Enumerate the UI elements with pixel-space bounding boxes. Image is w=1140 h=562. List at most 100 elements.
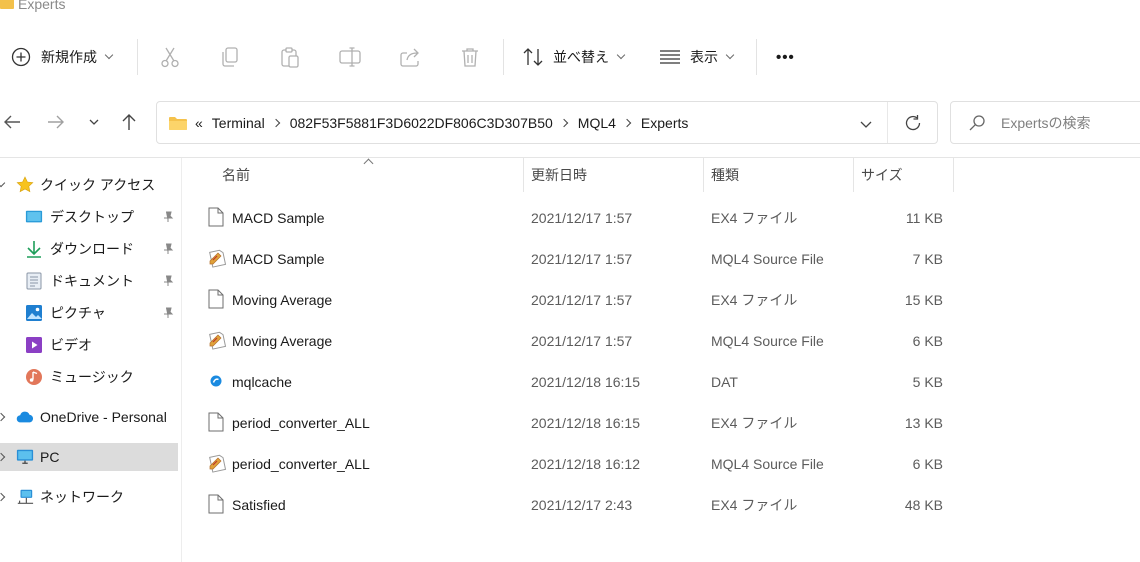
sidebar-item-onedrive[interactable]: OneDrive - Personal [0,403,178,431]
sidebar-item-desktop[interactable]: デスクトップ [0,203,178,231]
pin-icon[interactable] [162,211,174,223]
address-history-chevron-icon[interactable] [859,117,873,133]
chevron-down-icon [725,50,735,60]
file-size: 48 KB [904,496,943,513]
breadcrumb-mql4[interactable]: MQL4 [578,115,616,131]
breadcrumb-experts[interactable]: Experts [641,115,688,131]
pin-icon[interactable] [162,307,174,319]
search-input[interactable]: Expertsの検索 [1001,113,1090,133]
chevron-down-icon [104,50,114,60]
navigation-pane: クイック アクセス デスクトップ ダウンロード ドキュメント ピクチャ ビデオ [0,158,182,562]
file-type: EX4 ファイル [711,496,798,513]
mql-source-icon [207,453,227,473]
column-header-name[interactable]: 名前 [222,158,250,192]
paste-icon[interactable] [279,46,301,68]
sidebar-item-label: ネットワーク [40,489,124,505]
up-arrow-icon[interactable] [117,110,141,134]
table-row[interactable]: period_converter_ALL 2021/12/18 16:15 EX… [183,402,1140,443]
forward-arrow-icon[interactable] [44,110,68,134]
column-header-type[interactable]: 種類 [711,158,739,192]
sidebar-item-quick-access[interactable]: クイック アクセス [0,171,178,199]
table-row[interactable]: mqlcache 2021/12/18 16:15 DAT 5 KB [183,361,1140,402]
sidebar-item-pc[interactable]: PC [0,443,178,471]
address-bar[interactable]: « Terminal 082F53F5881F3D6022DF806C3D307… [156,101,938,144]
toolbar-separator [756,39,757,75]
file-type: MQL4 Source File [711,332,824,349]
file-size: 6 KB [912,455,943,472]
pin-icon[interactable] [162,275,174,287]
file-name: Moving Average [232,291,333,308]
toolbar-separator [137,39,138,75]
navigation-row: « Terminal 082F53F5881F3D6022DF806C3D307… [0,100,1140,146]
recent-locations-chevron-icon[interactable] [82,110,106,134]
file-name: MACD Sample [232,250,325,267]
file-size: 7 KB [912,250,943,267]
breadcrumb-overflow[interactable]: « [195,115,203,131]
table-row[interactable]: period_converter_ALL 2021/12/18 16:12 MQ… [183,443,1140,484]
column-divider[interactable] [703,158,704,192]
music-icon [25,368,43,386]
search-icon [968,114,986,132]
sort-button[interactable]: 並べ替え [522,37,626,77]
file-size: 5 KB [912,373,943,390]
share-icon[interactable] [399,46,421,68]
video-icon [25,336,43,354]
file-icon [207,207,225,227]
chevron-right-icon[interactable] [0,412,6,422]
sidebar-item-documents[interactable]: ドキュメント [0,267,178,295]
sidebar-item-label: ビデオ [50,337,92,353]
copy-icon[interactable] [219,46,241,68]
sidebar-item-music[interactable]: ミュージック [0,363,178,391]
column-header-size[interactable]: サイズ [861,158,903,192]
sidebar-item-label: ダウンロード [50,241,134,257]
sidebar-item-pictures[interactable]: ピクチャ [0,299,178,327]
pictures-icon [25,304,43,322]
folder-icon [168,115,188,131]
refresh-icon[interactable] [904,114,922,135]
folder-icon [0,0,14,9]
chevron-right-icon[interactable] [0,452,6,462]
file-type: MQL4 Source File [711,455,824,472]
window-title: Experts [18,0,66,12]
table-row[interactable]: Moving Average 2021/12/17 1:57 EX4 ファイル … [183,279,1140,320]
rename-icon[interactable] [339,46,361,68]
new-button[interactable]: 新規作成 [10,37,114,77]
table-row[interactable]: Satisfied 2021/12/17 2:43 EX4 ファイル 48 KB [183,484,1140,525]
cloud-icon [16,408,34,426]
sidebar-item-network[interactable]: ネットワーク [0,483,178,511]
command-bar: 新規作成 並べ替え 表示 ••• [0,32,1140,82]
table-row[interactable]: MACD Sample 2021/12/17 1:57 MQL4 Source … [183,238,1140,279]
file-size: 11 KB [905,209,943,226]
pin-icon[interactable] [162,243,174,255]
column-divider[interactable] [523,158,524,192]
chevron-right-icon [559,118,569,127]
file-name: MACD Sample [232,209,325,226]
view-button[interactable]: 表示 [659,37,735,77]
mql-source-icon [207,248,227,268]
sidebar-item-label: ピクチャ [50,305,106,321]
view-list-icon [659,46,681,68]
pc-icon [16,448,34,466]
breadcrumb-terminal-id[interactable]: 082F53F5881F3D6022DF806C3D307B50 [290,115,553,131]
column-divider[interactable] [953,158,954,192]
chevron-down-icon[interactable] [0,178,6,188]
sidebar-item-downloads[interactable]: ダウンロード [0,235,178,263]
file-date: 2021/12/17 2:43 [531,496,633,513]
search-box[interactable]: Expertsの検索 [950,101,1140,144]
table-row[interactable]: Moving Average 2021/12/17 1:57 MQL4 Sour… [183,320,1140,361]
chevron-right-icon [271,118,280,127]
breadcrumb-terminal[interactable]: Terminal [212,115,265,131]
chevron-right-icon[interactable] [0,492,6,502]
file-type: MQL4 Source File [711,250,824,267]
file-date: 2021/12/17 1:57 [531,209,633,226]
sidebar-item-videos[interactable]: ビデオ [0,331,178,359]
chevron-down-icon [616,50,626,60]
column-header-date[interactable]: 更新日時 [531,158,587,192]
cut-icon[interactable] [159,46,181,68]
column-divider[interactable] [853,158,854,192]
back-arrow-icon[interactable] [0,110,24,134]
more-options-button[interactable]: ••• [776,37,795,77]
table-row[interactable]: MACD Sample 2021/12/17 1:57 EX4 ファイル 11 … [183,197,1140,238]
delete-icon[interactable] [459,46,481,68]
dat-icon [207,371,225,391]
